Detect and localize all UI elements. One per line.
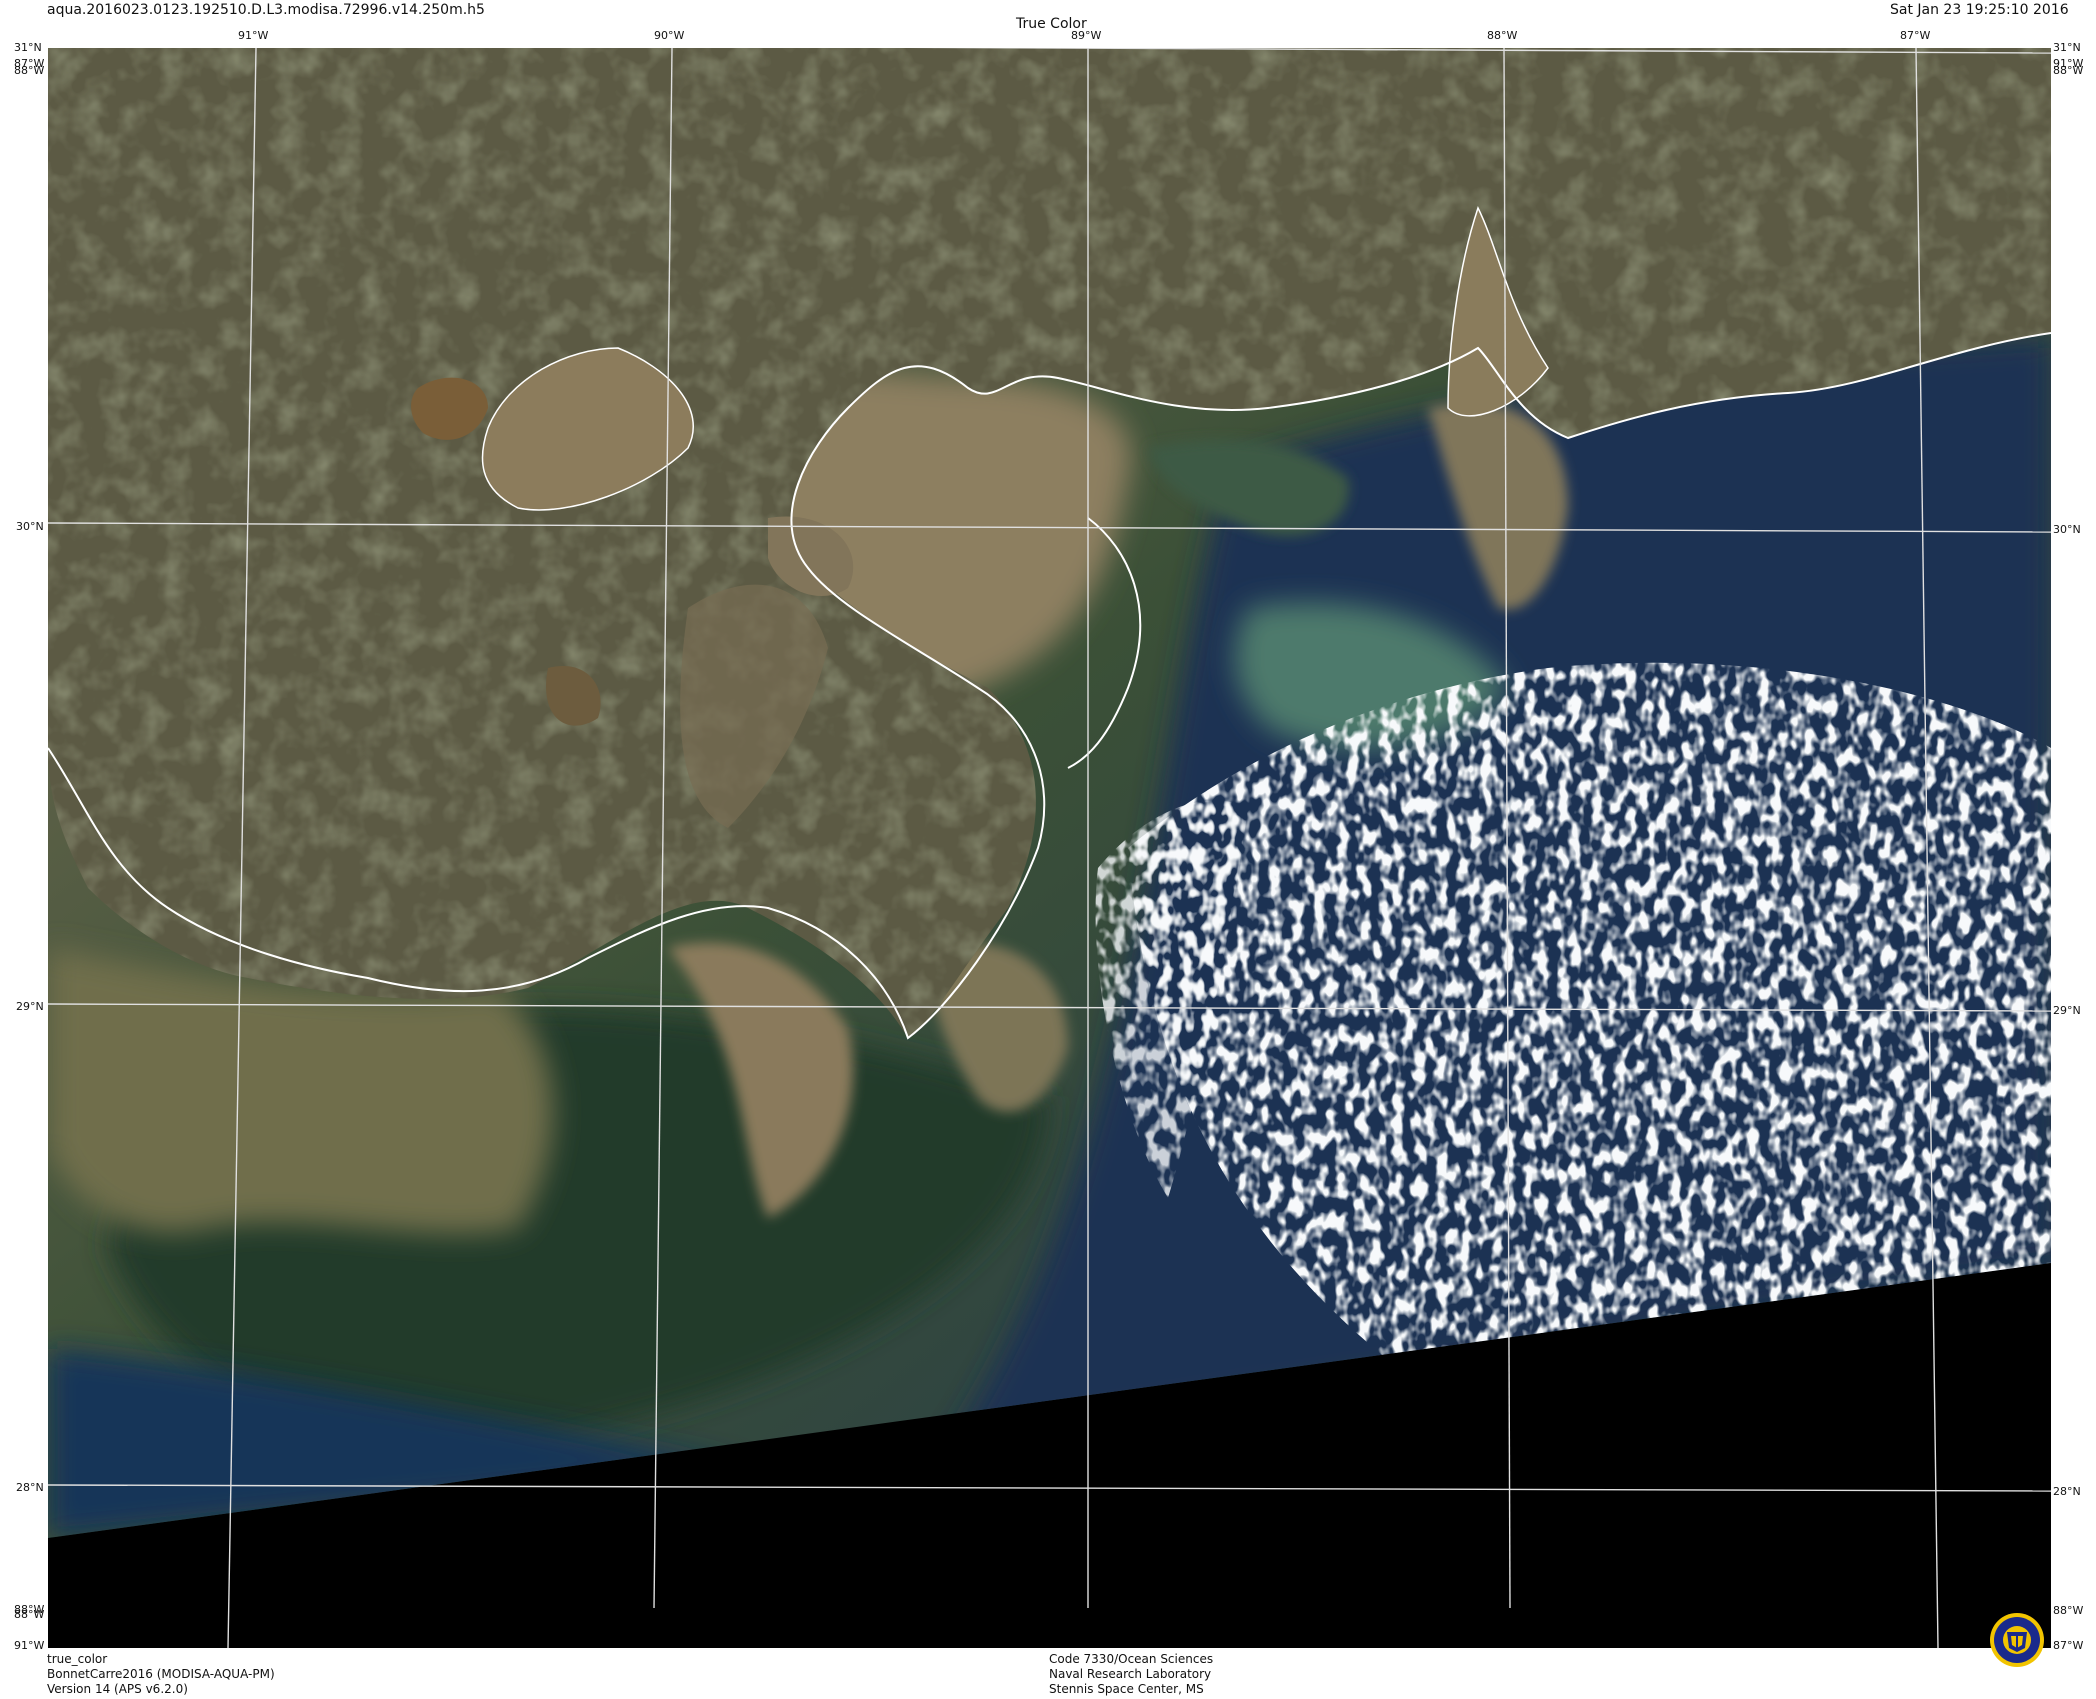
- file-name: aqua.2016023.0123.192510.D.L3.modisa.729…: [47, 2, 485, 18]
- corner-br-lon: 88°W: [2053, 1604, 2084, 1617]
- lon-label-87w: 87°W: [1900, 29, 1931, 42]
- corner-tl-lat: 31°N: [14, 41, 42, 54]
- footer-code: Code 7330/Ocean Sciences: [1049, 1652, 1214, 1666]
- corner-br-lon-alt: 87°W: [2053, 1639, 2084, 1652]
- nrl-seal-icon: [1990, 1613, 2044, 1667]
- lat-label-left-28n: 28°N: [16, 1481, 44, 1494]
- lon-label-91w: 91°W: [238, 29, 269, 42]
- lon-label-89w: 89°W: [1071, 29, 1102, 42]
- corner-tl-lon: 88°W: [14, 64, 45, 77]
- corner-bl-lon-2: 88°W: [14, 1608, 45, 1621]
- footer-dataset: BonnetCarre2016 (MODISA-AQUA-PM): [47, 1667, 275, 1681]
- lat-label-right-28n: 28°N: [2053, 1485, 2081, 1498]
- lat-label-left-29n: 29°N: [16, 1000, 44, 1013]
- lat-label-right-29n: 29°N: [2053, 1004, 2081, 1017]
- lat-label-left-30n: 30°N: [16, 520, 44, 533]
- footer-product-name: true_color: [47, 1652, 108, 1666]
- corner-tr-lon: 88°W: [2053, 64, 2084, 77]
- corner-bl-lon-alt: 91°W: [14, 1639, 45, 1652]
- corner-tr-lat: 31°N: [2053, 41, 2081, 54]
- lon-label-88w: 88°W: [1487, 29, 1518, 42]
- footer-location: Stennis Space Center, MS: [1049, 1682, 1204, 1696]
- acquisition-datetime: Sat Jan 23 19:25:10 2016: [1890, 2, 2069, 18]
- lon-label-90w: 90°W: [654, 29, 685, 42]
- footer-version: Version 14 (APS v6.2.0): [47, 1682, 188, 1696]
- footer-lab: Naval Research Laboratory: [1049, 1667, 1212, 1681]
- lat-label-right-30n: 30°N: [2053, 523, 2081, 536]
- satellite-true-color-map: [48, 48, 2051, 1648]
